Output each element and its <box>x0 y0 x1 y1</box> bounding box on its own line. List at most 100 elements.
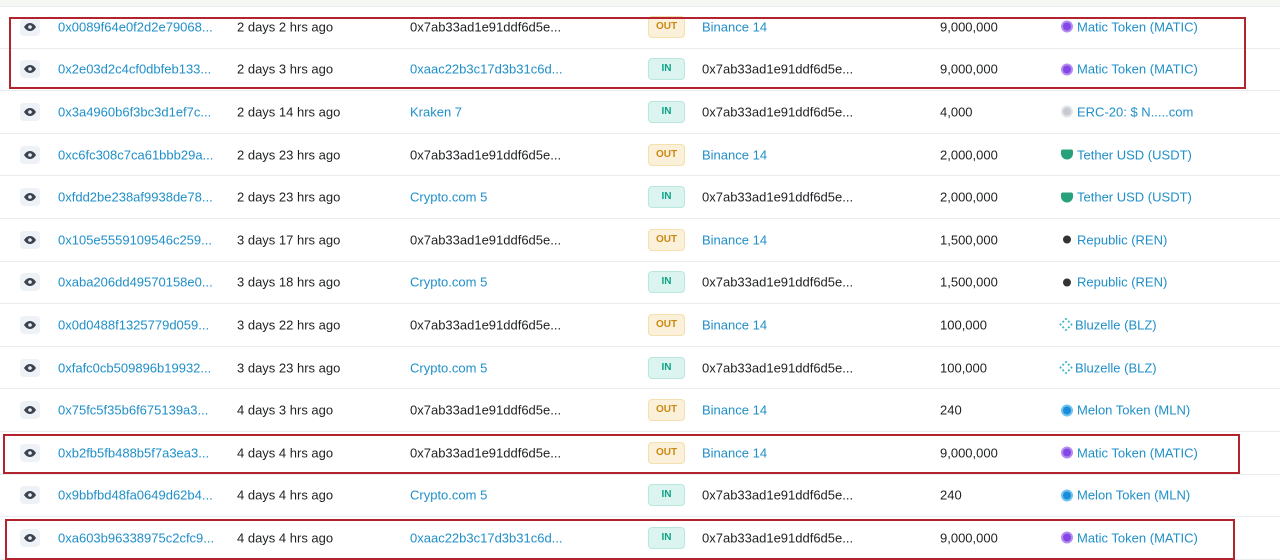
from-address-link[interactable]: Crypto.com 5 <box>410 275 487 290</box>
token-link[interactable]: Republic (REN) <box>1061 232 1167 247</box>
mln-icon <box>1061 489 1073 502</box>
from-address-link[interactable]: Kraken 7 <box>410 104 462 119</box>
eye-icon <box>24 22 36 31</box>
token-name: Tether USD (USDT) <box>1077 147 1192 163</box>
tx-hash-link[interactable]: 0x9bbfbd48fa0649d62b4... <box>58 488 213 503</box>
token-link[interactable]: Bluzelle (BLZ) <box>1058 360 1157 375</box>
token-name: Matic Token (MATIC) <box>1077 445 1198 461</box>
table-row: 0xc6fc308c7ca61bbb29a... 2 days 23 hrs a… <box>0 134 1280 177</box>
tx-age: 2 days 23 hrs ago <box>237 147 341 163</box>
token-name: Melon Token (MLN) <box>1077 402 1191 418</box>
from-address-link[interactable]: 0xaac22b3c17d3b31c6d... <box>410 530 563 545</box>
from-address-link[interactable]: Crypto.com 5 <box>410 360 487 375</box>
direction-badge: IN <box>648 271 685 294</box>
tx-hash-link[interactable]: 0x3a4960b6f3bc3d1ef7c... <box>58 104 211 119</box>
to-address-link[interactable]: Binance 14 <box>702 317 767 332</box>
from-address: 0x7ab33ad1e91ddf6d5e... <box>410 147 562 163</box>
table-row: 0x0d0488f1325779d059... 3 days 22 hrs ag… <box>0 304 1280 347</box>
view-details-button[interactable] <box>20 17 40 36</box>
to-address-link[interactable]: Binance 14 <box>702 232 767 247</box>
tx-age: 4 days 4 hrs ago <box>237 487 334 503</box>
table-row: 0xa603b96338975c2cfc9... 4 days 4 hrs ag… <box>0 517 1280 560</box>
ren-icon <box>1063 278 1071 287</box>
token-link[interactable]: Melon Token (MLN) <box>1061 488 1190 503</box>
tx-hash-link[interactable]: 0xfafc0cb509896b19932... <box>58 360 211 375</box>
tx-hash-link[interactable]: 0x105e5559109546c259... <box>58 232 212 247</box>
view-details-button[interactable] <box>20 60 40 79</box>
quantity-value: 240 <box>940 402 962 418</box>
mln-icon <box>1061 404 1073 417</box>
view-details-button[interactable] <box>20 230 40 249</box>
view-details-button[interactable] <box>20 273 40 292</box>
tx-hash-link[interactable]: 0xa603b96338975c2cfc9... <box>58 530 214 545</box>
view-details-button[interactable] <box>20 188 40 207</box>
direction-badge: OUT <box>648 143 685 166</box>
view-details-button[interactable] <box>20 401 40 420</box>
tx-hash-link[interactable]: 0xfdd2be238af9938de78... <box>58 190 213 205</box>
to-address-link[interactable]: Binance 14 <box>702 147 767 162</box>
view-details-button[interactable] <box>20 358 40 377</box>
token-link[interactable]: Matic Token (MATIC) <box>1061 530 1198 545</box>
direction-badge: IN <box>648 100 685 123</box>
from-address: 0x7ab33ad1e91ddf6d5e... <box>410 317 562 333</box>
quantity-value: 2,000,000 <box>940 147 998 163</box>
table-row: 0xb2fb5fb488b5f7a3ea3... 4 days 4 hrs ag… <box>0 432 1280 475</box>
view-details-button[interactable] <box>20 486 40 505</box>
token-link[interactable]: Matic Token (MATIC) <box>1061 62 1198 77</box>
to-address-link[interactable]: Binance 14 <box>702 445 767 460</box>
token-link[interactable]: Tether USD (USDT) <box>1061 190 1192 205</box>
from-address-link[interactable]: Crypto.com 5 <box>410 190 487 205</box>
view-details-button[interactable] <box>20 145 40 164</box>
token-name: ERC-20: $ N.....com <box>1077 104 1194 120</box>
token-link[interactable]: Matic Token (MATIC) <box>1061 19 1198 34</box>
eye-icon <box>24 235 36 244</box>
direction-badge: OUT <box>648 15 685 38</box>
quantity-value: 1,500,000 <box>940 232 998 248</box>
direction-badge: IN <box>648 186 685 209</box>
token-link[interactable]: Tether USD (USDT) <box>1061 147 1192 162</box>
view-details-button[interactable] <box>20 102 40 121</box>
tx-hash-link[interactable]: 0xaba206dd49570158e0... <box>58 275 213 290</box>
matic-icon <box>1061 20 1073 33</box>
quantity-value: 9,000,000 <box>940 445 998 461</box>
view-details-button[interactable] <box>20 315 40 334</box>
tx-hash-link[interactable]: 0x0d0488f1325779d059... <box>58 317 209 332</box>
eye-icon <box>24 150 36 159</box>
token-name: Matic Token (MATIC) <box>1077 61 1198 77</box>
eye-icon <box>24 406 36 415</box>
token-link[interactable]: Melon Token (MLN) <box>1061 403 1190 418</box>
token-link[interactable]: Matic Token (MATIC) <box>1061 445 1198 460</box>
view-details-button[interactable] <box>20 528 40 547</box>
token-name: Matic Token (MATIC) <box>1077 530 1198 546</box>
ren-icon <box>1063 235 1071 244</box>
quantity-value: 100,000 <box>940 360 987 376</box>
from-address-link[interactable]: 0xaac22b3c17d3b31c6d... <box>410 62 563 77</box>
eye-icon <box>24 320 36 329</box>
tx-hash-link[interactable]: 0x0089f64e0f2d2e79068... <box>58 19 213 34</box>
token-link[interactable]: ERC-20: $ N.....com <box>1061 104 1193 119</box>
from-address: 0x7ab33ad1e91ddf6d5e... <box>410 232 562 248</box>
matic-icon <box>1061 531 1073 544</box>
tx-hash-link[interactable]: 0xc6fc308c7ca61bbb29a... <box>58 147 213 162</box>
eye-icon <box>24 533 36 542</box>
from-address-link[interactable]: Crypto.com 5 <box>410 488 487 503</box>
tx-age: 3 days 18 hrs ago <box>237 274 341 290</box>
tx-age: 4 days 4 hrs ago <box>237 445 334 461</box>
tx-hash-link[interactable]: 0x75fc5f35b6f675139a3... <box>58 403 208 418</box>
direction-badge: OUT <box>648 228 685 251</box>
quantity-value: 1,500,000 <box>940 274 998 290</box>
eye-icon <box>24 363 36 372</box>
to-address: 0x7ab33ad1e91ddf6d5e... <box>702 487 854 503</box>
tx-hash-link[interactable]: 0xb2fb5fb488b5f7a3ea3... <box>58 445 209 460</box>
blz-icon <box>1058 360 1074 375</box>
token-name: Melon Token (MLN) <box>1077 487 1191 503</box>
token-name: Republic (REN) <box>1077 274 1168 290</box>
eye-icon <box>24 193 36 202</box>
token-link[interactable]: Republic (REN) <box>1061 275 1167 290</box>
token-link[interactable]: Bluzelle (BLZ) <box>1058 317 1157 332</box>
matic-icon <box>1061 63 1073 76</box>
tx-hash-link[interactable]: 0x2e03d2c4cf0dbfeb133... <box>58 62 211 77</box>
view-details-button[interactable] <box>20 443 40 462</box>
to-address-link[interactable]: Binance 14 <box>702 19 767 34</box>
to-address-link[interactable]: Binance 14 <box>702 403 767 418</box>
